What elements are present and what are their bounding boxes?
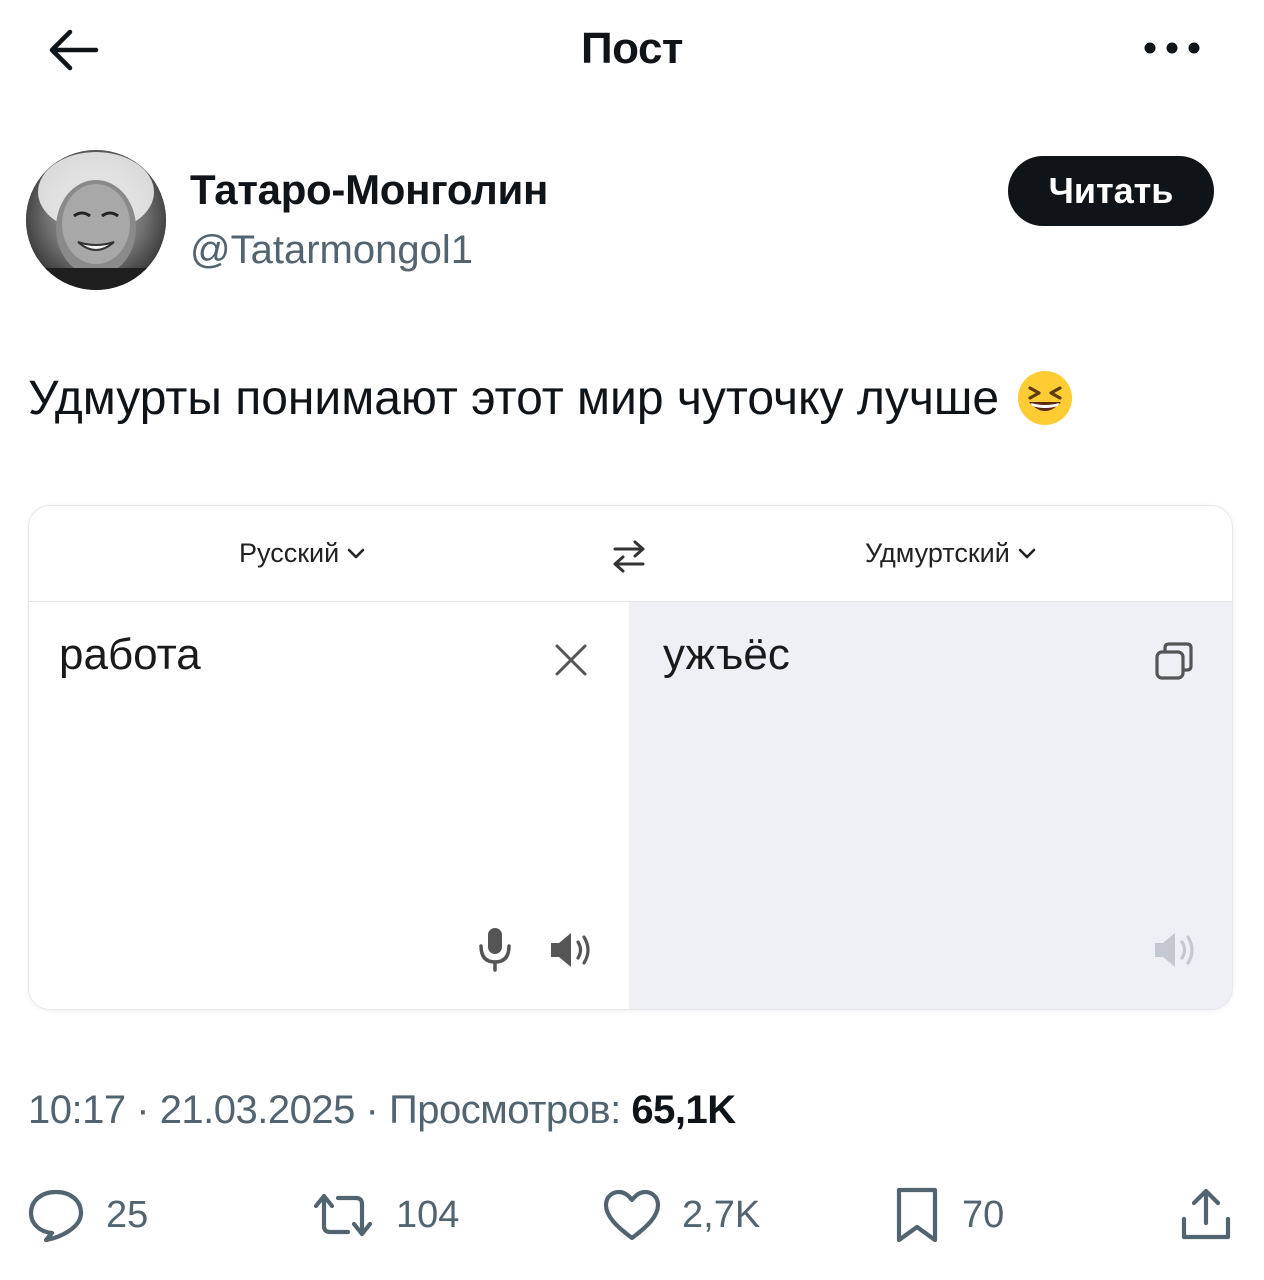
source-text[interactable]: работа bbox=[59, 630, 201, 680]
author-handle[interactable]: @Tatarmongol1 bbox=[190, 228, 473, 273]
post-meta: 10:17 · 21.03.2025 · Просмотров: 65,1K bbox=[28, 1088, 736, 1133]
chevron-down-icon bbox=[1018, 548, 1036, 558]
target-language-label: Удмуртский bbox=[865, 538, 1010, 568]
views-count[interactable]: 65,1K bbox=[631, 1088, 736, 1132]
chevron-down-icon bbox=[347, 548, 365, 558]
meta-separator: · bbox=[365, 1088, 379, 1132]
language-bar: Русский Удмуртский bbox=[29, 506, 1232, 602]
more-options-button[interactable] bbox=[1136, 24, 1208, 72]
avatar-image bbox=[26, 150, 166, 290]
reply-count: 25 bbox=[106, 1193, 149, 1236]
avatar[interactable] bbox=[26, 150, 166, 290]
close-icon[interactable] bbox=[549, 638, 593, 682]
post-media-image[interactable]: Русский Удмуртский работа ужъёс bbox=[28, 505, 1233, 1010]
ellipsis-icon bbox=[1144, 42, 1200, 54]
bookmark-count: 70 bbox=[962, 1193, 1005, 1236]
bookmark-button[interactable]: 70 bbox=[892, 1180, 1004, 1250]
post-text-content: Удмурты понимают этот мир чуточку лучше bbox=[28, 371, 1000, 425]
top-bar: Пост bbox=[0, 0, 1264, 100]
views-label: Просмотров: bbox=[388, 1088, 621, 1132]
post-date[interactable]: 21.03.2025 bbox=[160, 1088, 356, 1132]
microphone-icon[interactable] bbox=[475, 924, 515, 974]
reply-button[interactable]: 25 bbox=[26, 1180, 148, 1250]
source-language-select[interactable]: Русский bbox=[239, 538, 365, 569]
share-button[interactable] bbox=[1176, 1180, 1236, 1250]
reply-icon bbox=[28, 1189, 84, 1243]
repost-count: 104 bbox=[396, 1193, 460, 1236]
grinning-squinting-face-icon bbox=[1018, 371, 1073, 425]
copy-icon[interactable] bbox=[1151, 638, 1199, 686]
target-pane: ужъёс bbox=[629, 602, 1232, 1009]
meta-separator: · bbox=[136, 1088, 150, 1132]
like-count: 2,7K bbox=[682, 1193, 761, 1236]
bookmark-icon bbox=[896, 1187, 938, 1243]
page-title: Пост bbox=[581, 24, 683, 73]
post-text: Удмурты понимают этот мир чуточку лучше bbox=[28, 370, 1073, 426]
speaker-disabled-icon bbox=[1155, 933, 1194, 967]
author-block: Татаро-Монголин @Tatarmongol1 Читать bbox=[26, 150, 1226, 290]
post-time: 10:17 bbox=[28, 1088, 126, 1132]
heart-icon bbox=[603, 1189, 661, 1241]
translated-text: ужъёс bbox=[663, 630, 790, 679]
source-language-label: Русский bbox=[239, 538, 340, 568]
swap-languages-icon[interactable] bbox=[607, 534, 651, 578]
like-button[interactable]: 2,7K bbox=[602, 1180, 760, 1250]
repost-button[interactable]: 104 bbox=[310, 1180, 459, 1250]
share-icon bbox=[1181, 1188, 1231, 1240]
action-bar: 25 104 2,7K 70 bbox=[0, 1180, 1264, 1250]
speaker-icon[interactable] bbox=[547, 928, 597, 972]
repost-icon bbox=[313, 1193, 373, 1237]
author-name[interactable]: Татаро-Монголин bbox=[190, 166, 548, 214]
source-pane: работа bbox=[29, 602, 629, 1009]
follow-button[interactable]: Читать bbox=[1008, 156, 1214, 226]
target-language-select[interactable]: Удмуртский bbox=[865, 538, 1036, 569]
